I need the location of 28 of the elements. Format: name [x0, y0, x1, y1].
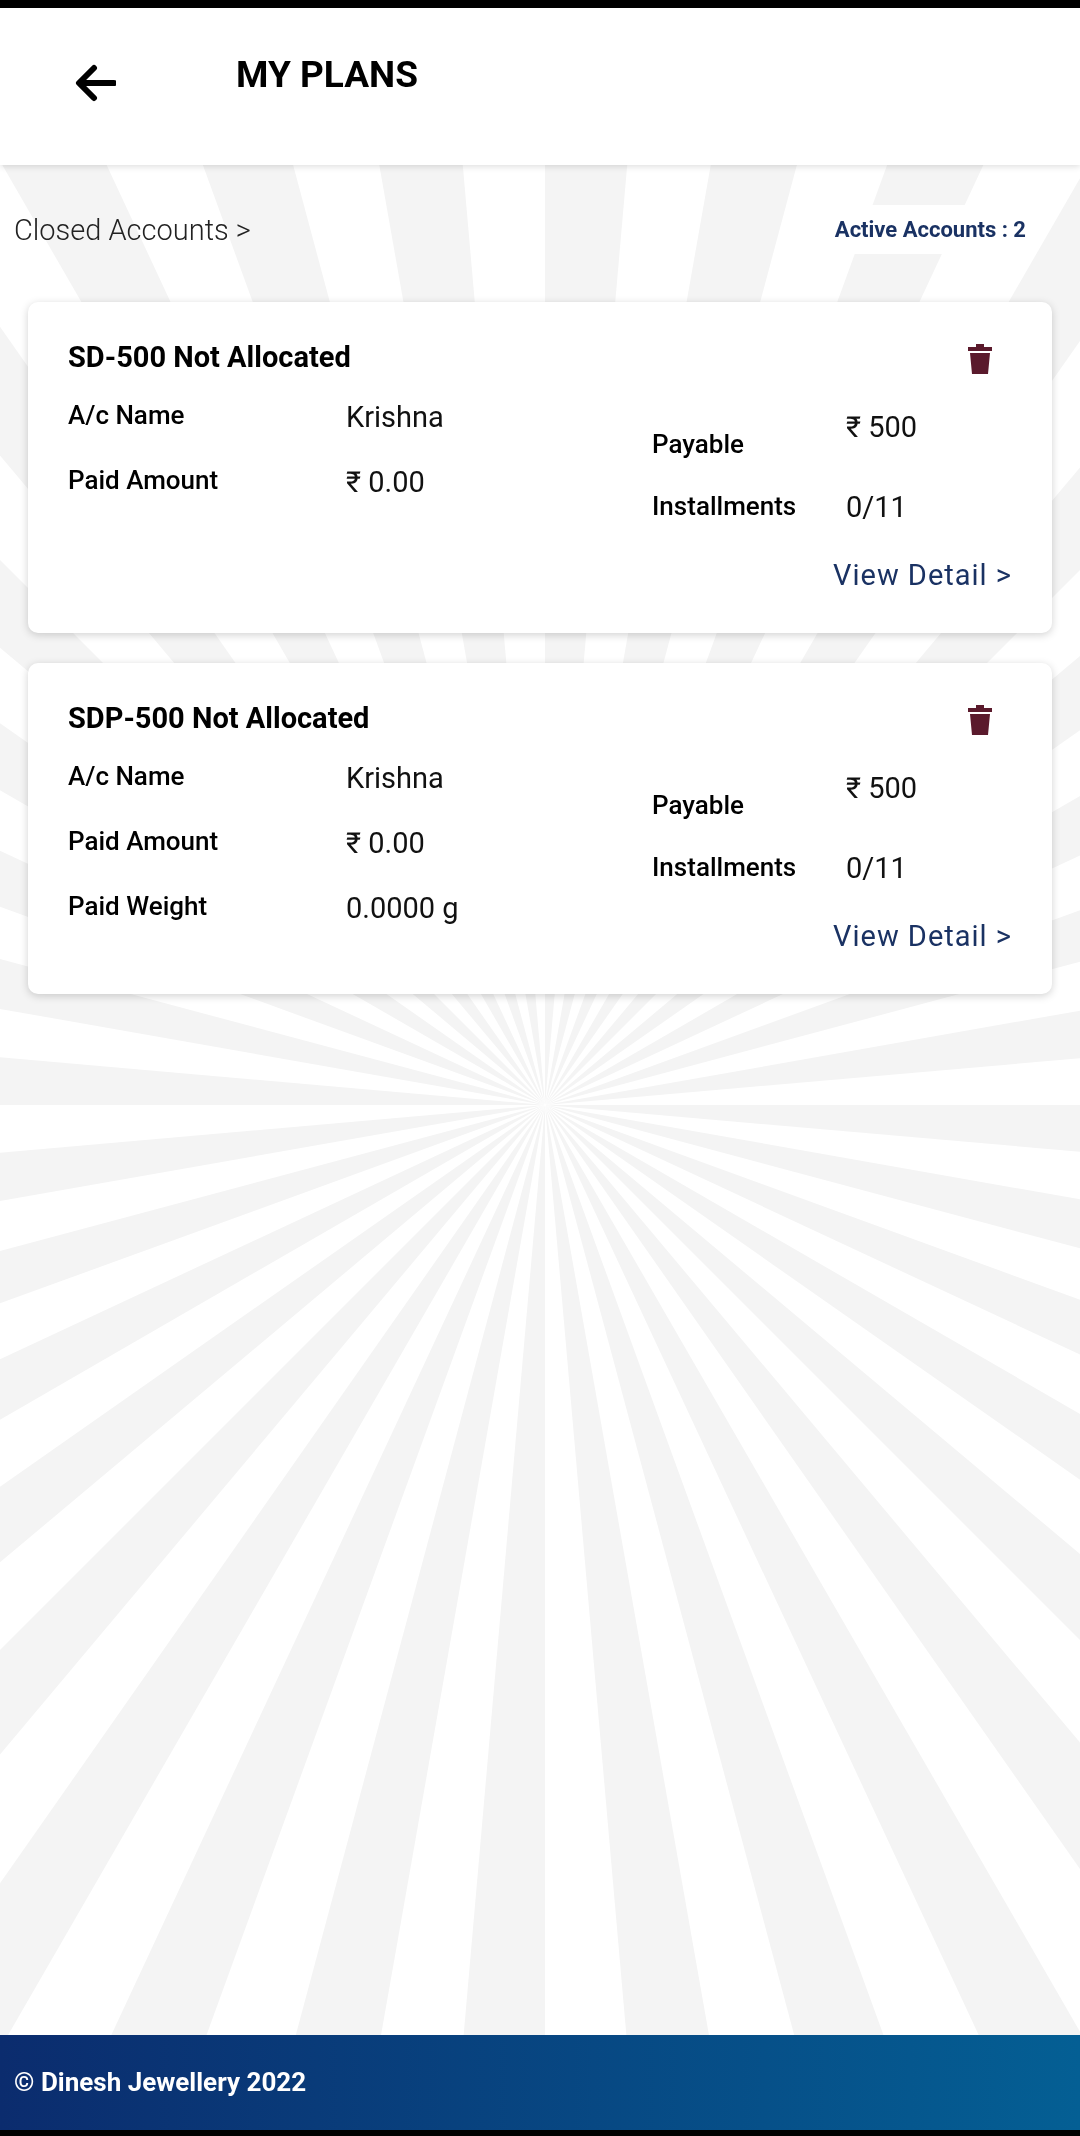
field-value: ₹ 0.00: [346, 463, 425, 501]
field-label: Paid Amount: [68, 463, 220, 497]
plan-title: SDP-500 Not Allocated: [68, 700, 370, 737]
delete-icon[interactable]: [968, 344, 992, 374]
field-value: Krishna: [346, 759, 444, 797]
view-detail-link[interactable]: View Detail >: [833, 553, 1012, 597]
field-value: ₹ 500: [846, 409, 918, 446]
field-label: Paid Weight: [68, 889, 209, 923]
field-value: 0.0000 g: [346, 889, 459, 927]
field-label: Paid Amount: [68, 824, 220, 858]
field-value: ₹ 500: [846, 770, 918, 807]
closed-accounts-link[interactable]: Closed Accounts >: [14, 209, 251, 253]
field-label: Payable: [652, 788, 745, 822]
plan-title: SD-500 Not Allocated: [68, 339, 351, 376]
field-label: Payable: [652, 427, 745, 461]
footer-copyright: © Dinesh Jewellery 2022: [14, 2066, 307, 2099]
field-value: ₹ 0.00: [346, 824, 425, 862]
field-label: A/c Name: [68, 398, 186, 432]
field-value: Krishna: [346, 398, 444, 436]
view-detail-link[interactable]: View Detail >: [833, 914, 1012, 958]
delete-icon[interactable]: [968, 705, 992, 735]
field-label: Installments: [652, 489, 798, 523]
field-label: Installments: [652, 850, 798, 884]
field-value: 0/11: [846, 850, 907, 887]
back-arrow-icon[interactable]: [74, 64, 116, 102]
field-value: 0/11: [846, 489, 907, 526]
field-label: A/c Name: [68, 759, 186, 793]
page-title: MY PLANS: [236, 56, 418, 93]
